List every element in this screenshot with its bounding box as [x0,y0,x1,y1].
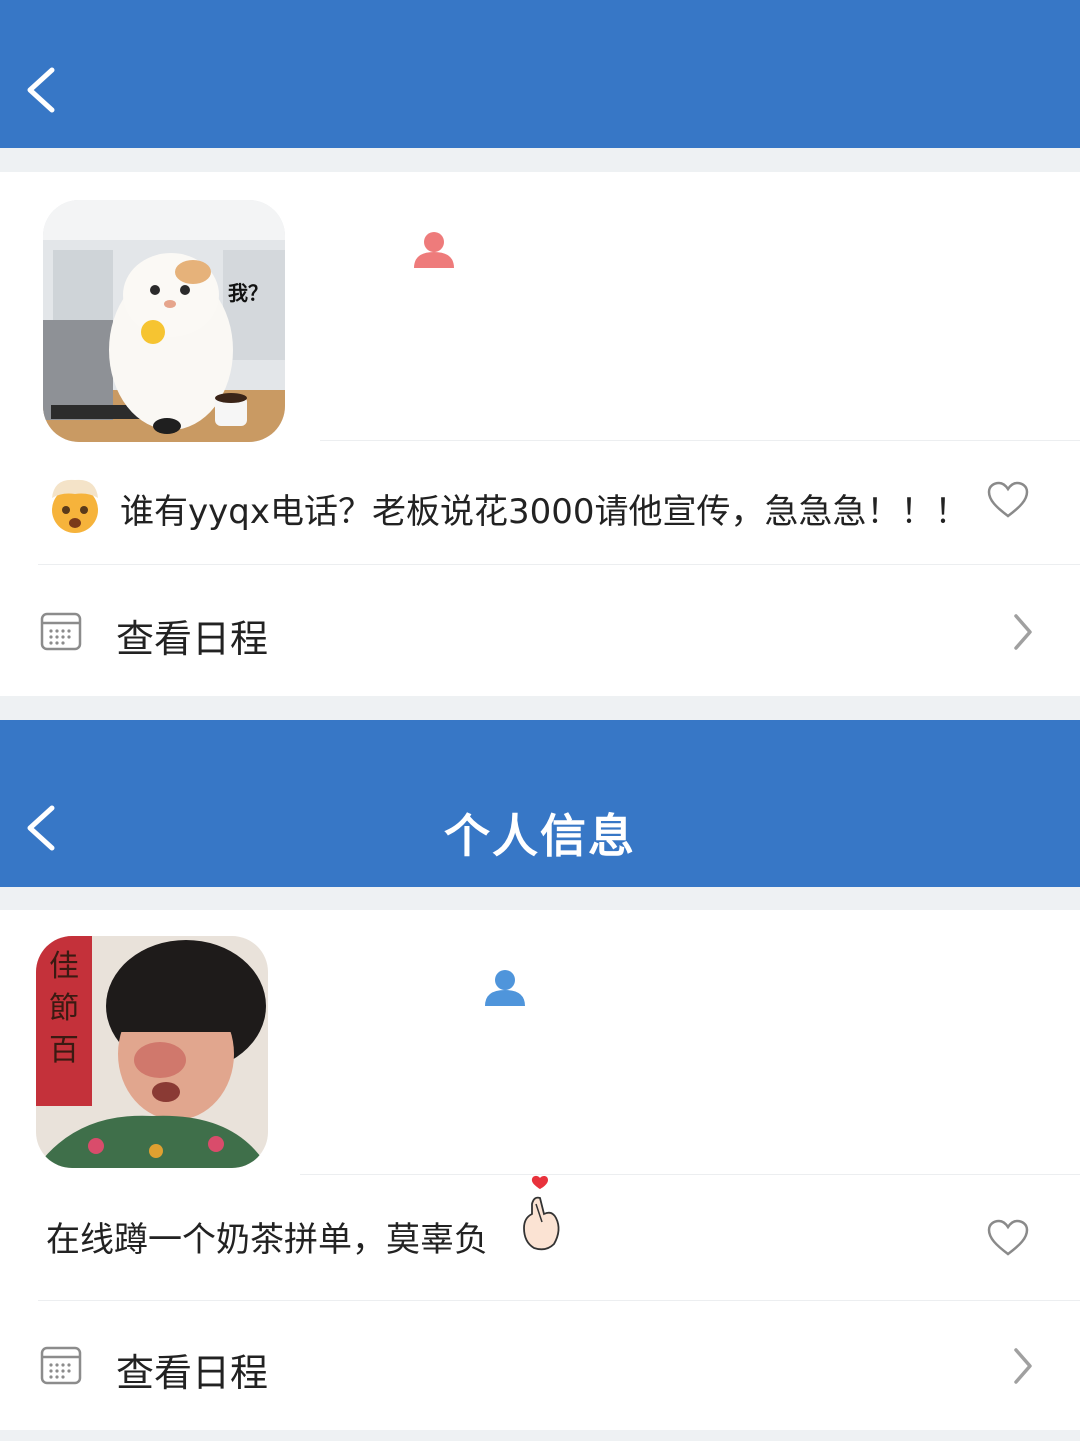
status-text: 谁有yyqx电话？老板说花3000请他宣传，急急急！！！ [120,492,969,532]
divider [38,1300,1080,1301]
view-schedule-row[interactable]: 查看日程 [0,566,1080,696]
profile-card: 佳 節 百 在线蹲一个奶茶拼单，莫辜负 查看日程 [0,910,1080,1430]
view-schedule-row[interactable]: 查看日程 [0,1302,1080,1432]
profile-card: 我？ 谁有yyqx电话？老板说花3000请他宣传，急急急！！！ 查看日程 [0,172,1080,696]
chevron-right-icon [1014,1348,1032,1384]
divider [320,440,1080,441]
svg-text:節: 節 [49,991,79,1026]
status-row: 在线蹲一个奶茶拼单，莫辜负 [0,1175,1080,1270]
avatar[interactable]: 佳 節 百 [36,936,268,1168]
svg-text:佳: 佳 [49,949,79,984]
top-header: 个人信息 [0,720,1080,887]
exploding-head-icon [52,479,98,533]
divider [300,1174,1080,1175]
status-text: 在线蹲一个奶茶拼单，莫辜负 [46,1220,488,1260]
schedule-label: 查看日程 [116,1351,269,1395]
avatar-caption: 我？ [228,281,268,305]
divider [38,564,1080,565]
top-header [0,0,1080,148]
back-arrow-icon[interactable] [18,60,78,120]
svg-text:百: 百 [49,1033,79,1068]
user-icon [485,970,525,1006]
schedule-label: 查看日程 [116,617,269,661]
heart-icon[interactable] [986,480,1030,520]
finger-heart-icon [523,1175,560,1251]
calendar-icon [40,1346,82,1385]
woman-avatar-image: 佳 節 百 [36,936,268,1168]
chevron-right-icon [1014,614,1032,650]
calendar-icon [40,612,82,651]
avatar[interactable]: 我？ [43,200,285,442]
header-title: 个人信息 [444,809,636,863]
cat-avatar-image: 我？ [43,200,285,442]
heart-icon[interactable] [986,1218,1030,1258]
status-row: 谁有yyqx电话？老板说花3000请他宣传，急急急！！！ [0,470,1080,540]
user-icon [414,232,454,268]
